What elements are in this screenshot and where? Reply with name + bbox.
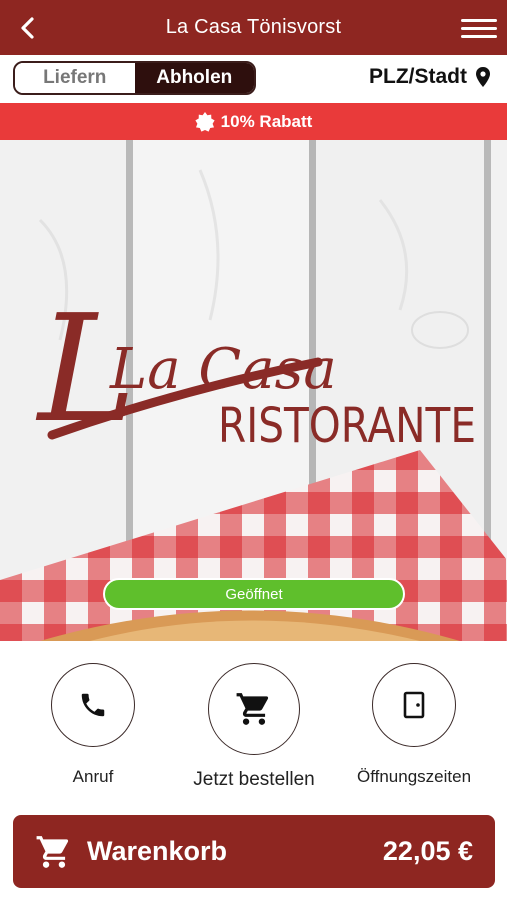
location-label: PLZ/Stadt [369,65,467,88]
hamburger-menu-icon[interactable] [461,14,497,42]
order-now-label: Jetzt bestellen [193,769,315,790]
hero-background: L La Casa RISTORANTE [0,140,507,641]
shopping-cart-icon [236,693,269,725]
order-now-action[interactable]: Jetzt bestellen [193,663,315,791]
cart-button[interactable]: Warenkorb 22,05 € [13,815,495,888]
deliver-tab[interactable]: Liefern [15,63,135,93]
cart-label: Warenkorb [87,836,228,866]
call-label: Anruf [72,767,114,786]
top-app-bar: La Casa Tönisvorst [0,0,507,55]
quick-actions: Anruf Jetzt bestellen Öffnungszeiten [0,641,507,801]
phone-icon [81,693,105,717]
call-button[interactable] [51,663,135,747]
location-pin-icon [476,67,490,87]
order-mode-bar: Liefern Abholen PLZ/Stadt [0,55,507,103]
location-selector[interactable]: PLZ/Stadt [369,65,491,89]
page-title: La Casa Tönisvorst [165,16,342,38]
opening-hours-button[interactable] [372,663,456,747]
open-status-badge: Geöffnet [103,578,405,610]
logo-subtitle-text: RISTORANTE [218,398,476,454]
discount-banner[interactable]: 10% Rabatt [0,103,507,140]
order-now-button[interactable] [208,663,300,755]
opening-hours-action[interactable]: Öffnungszeiten [357,663,471,787]
order-mode-toggle: Liefern Abholen [13,61,256,95]
restaurant-hero-image: L La Casa RISTORANTE Geöffnet [0,140,507,641]
door-icon [403,691,425,719]
discount-badge-icon [195,111,215,132]
opening-hours-label: Öffnungszeiten [356,767,472,786]
pickup-tab[interactable]: Abholen [134,63,254,93]
cart-icon [36,835,69,868]
call-action[interactable]: Anruf [51,663,135,787]
cart-total: 22,05 € [382,836,473,866]
discount-text: 10% Rabatt [220,111,313,131]
back-icon[interactable] [14,14,42,42]
